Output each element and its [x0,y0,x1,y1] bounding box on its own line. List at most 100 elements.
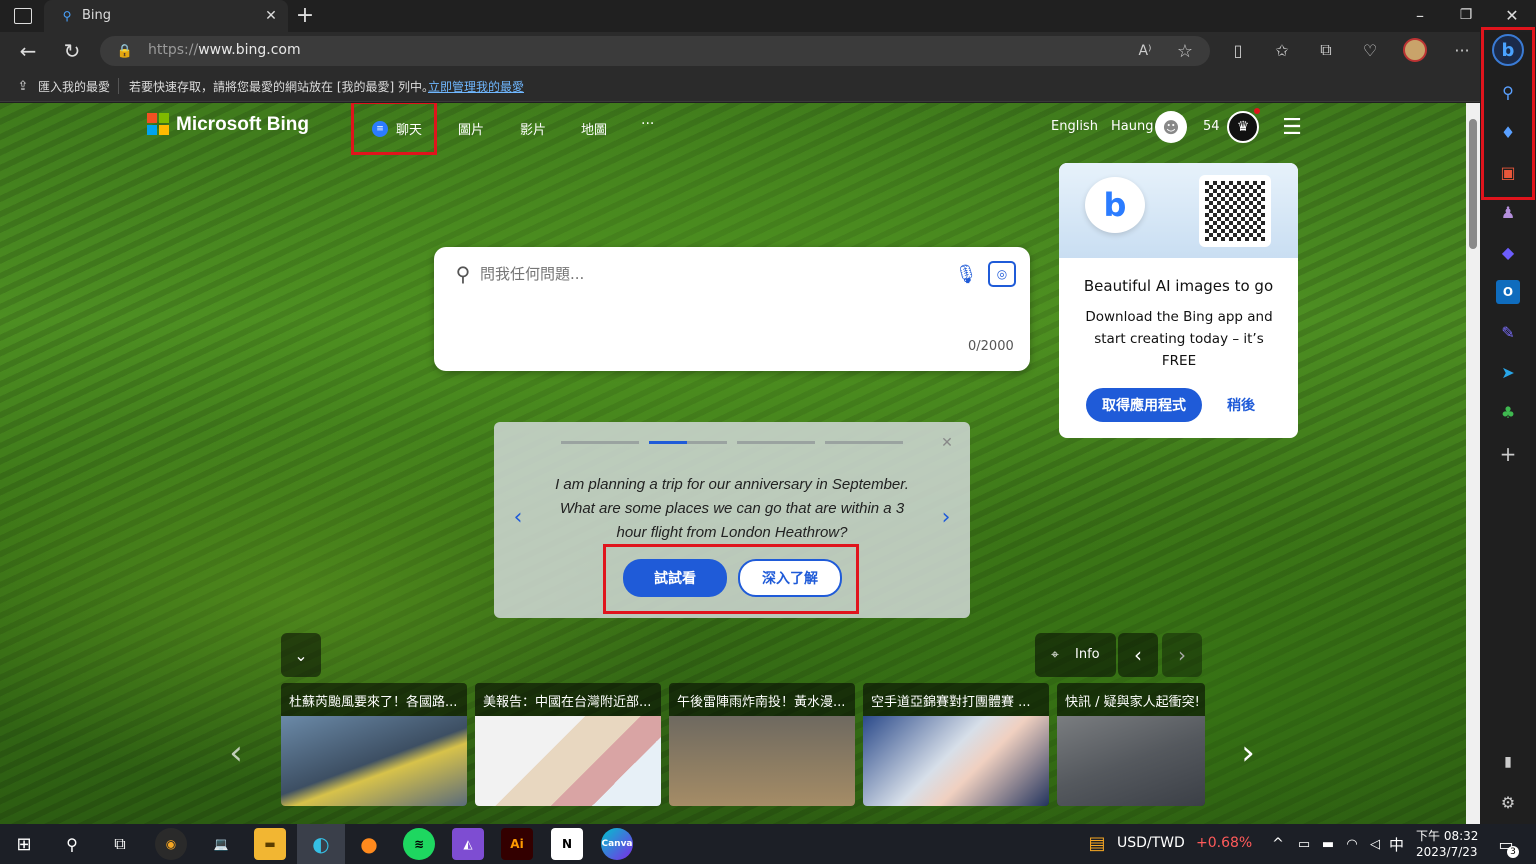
clock-date[interactable]: 2023/7/23 [1416,845,1478,859]
page-scrollbar[interactable] [1466,103,1480,824]
rewards-trophy-icon[interactable]: ♛ [1227,111,1259,143]
prompt-carousel: ✕ ‹ › I am planning a trip for our anniv… [494,422,970,618]
microsoft-logo-icon[interactable] [147,113,169,135]
windows-start-icon[interactable]: ⊞ [10,830,38,858]
rewards-points[interactable]: 54 [1203,119,1220,134]
wifi-icon[interactable]: ◠ [1342,834,1362,854]
games-icon[interactable]: ♟ [1496,200,1520,224]
microsoft-365-icon[interactable]: ◆ [1496,240,1520,264]
davinci-resolve-icon[interactable]: ◉ [155,828,187,860]
address-bar[interactable]: 🔒 https://www.bing.com A⁾ ☆ [100,36,1210,66]
news-card[interactable]: 空手道亞錦賽對打團體賽 ... [863,683,1049,806]
carousel-indicator-3[interactable] [737,441,815,444]
search-icon[interactable]: ⚲ [1496,80,1520,104]
bing-chat-icon[interactable]: b [1492,34,1524,66]
nav-maps[interactable]: 地圖 [581,119,607,138]
currency-change[interactable]: +0.68% [1196,835,1252,851]
bing-logo-text[interactable]: Microsoft Bing [176,114,309,136]
news-card[interactable]: 午後雷陣雨炸南投！黃水漫... [669,683,855,806]
profile-avatar[interactable] [1403,38,1427,62]
more-menu-icon[interactable]: ··· [1450,40,1474,60]
news-prev-icon[interactable]: ‹ [222,733,250,773]
visual-search-icon[interactable]: ◎ [988,261,1016,287]
nav-images[interactable]: 圖片 [458,119,484,138]
qr-code-icon[interactable] [1199,175,1271,247]
search-input[interactable] [480,263,940,285]
device-icon[interactable]: ▭ [1294,834,1314,854]
news-card[interactable]: 美報告：中國在台灣附近部... [475,683,661,806]
get-app-button[interactable]: 取得應用程式 [1086,388,1202,422]
edge-browser-icon[interactable]: ◐ [297,824,345,864]
outlook-icon[interactable]: O [1496,280,1520,304]
carousel-prev-icon[interactable]: ‹ [508,504,528,530]
language-link[interactable]: English [1051,119,1098,134]
split-screen-icon[interactable]: ▯ [1228,40,1248,60]
user-name[interactable]: Haung [1111,119,1153,134]
browser-essentials-icon[interactable]: ♡ [1360,40,1380,60]
hamburger-menu-icon[interactable]: ☰ [1280,115,1304,140]
later-button[interactable]: 稍後 [1211,388,1271,422]
tree-icon[interactable]: ♣ [1496,400,1520,424]
tab-actions-icon[interactable] [14,8,32,24]
battery-icon[interactable]: ▬ [1318,834,1338,854]
tab-bing[interactable]: ⚲ Bing ✕ [44,0,288,32]
notion-icon[interactable]: N [551,828,583,860]
shopping-tag-icon[interactable]: ♦ [1496,120,1520,144]
add-sidebar-app-icon[interactable]: + [1496,442,1520,466]
nav-chat[interactable]: 聊天 [396,119,422,138]
adobe-illustrator-icon[interactable]: Ai [501,828,533,860]
news-card[interactable]: 杜蘇芮颱風要來了！各國路... [281,683,467,806]
news-title: 快訊 / 疑與家人起衝突! [1065,695,1200,710]
read-aloud-icon[interactable]: A⁾ [1135,41,1155,61]
tools-briefcase-icon[interactable]: ▣ [1496,160,1520,184]
new-tab-icon[interactable]: + [294,3,316,28]
file-explorer-icon[interactable]: ▬ [254,828,286,860]
try-it-button[interactable]: 試試看 [623,559,727,597]
collapse-feed-icon[interactable]: ⌄ [281,633,321,677]
manage-favorites-link[interactable]: 立即管理我的最愛 [428,78,524,95]
sidebar-settings-icon[interactable]: ⚙ [1496,790,1520,814]
microphone-icon[interactable]: 🎙 [954,261,978,287]
learn-more-button[interactable]: 深入了解 [738,559,842,597]
restore-icon[interactable]: ❐ [1454,4,1478,26]
close-prompt-icon[interactable]: ✕ [938,434,956,452]
task-view-icon[interactable]: ⧉ [106,830,134,858]
taskbar-search-icon[interactable]: ⚲ [58,830,86,858]
ime-indicator[interactable]: 中 [1389,834,1404,855]
favorites-icon[interactable]: ✩ [1272,40,1292,60]
carousel-indicator-1[interactable] [561,441,639,444]
close-tab-icon[interactable]: ✕ [262,7,280,25]
collections-icon[interactable]: ⧉ [1316,40,1336,60]
close-window-icon[interactable]: ✕ [1500,4,1524,26]
scrollbar-thumb[interactable] [1469,119,1477,249]
volume-icon[interactable]: ◁ [1365,834,1385,854]
carousel-indicator-2[interactable] [649,441,727,444]
canva-icon[interactable]: Canva [601,828,633,860]
refresh-icon[interactable]: ↻ [60,39,84,63]
image-prev-icon[interactable]: ‹ [1118,633,1158,677]
minimize-icon[interactable]: – [1408,4,1432,26]
send-icon[interactable]: ➤ [1496,360,1520,384]
clock-time[interactable]: 下午 08:32 [1416,827,1478,844]
spotify-icon[interactable]: ≋ [403,828,435,860]
show-hidden-icons[interactable]: ^ [1268,834,1288,854]
news-next-icon[interactable]: › [1234,733,1262,773]
currency-pair[interactable]: USD/TWD [1117,835,1185,851]
nav-videos[interactable]: 影片 [520,119,546,138]
drop-icon[interactable]: ✎ [1496,320,1520,344]
carousel-indicator-4[interactable] [825,441,903,444]
carousel-next-icon[interactable]: › [936,504,956,530]
info-button[interactable]: ⌖ Info [1035,633,1116,677]
laptop-app-icon[interactable]: 💻 [205,828,237,860]
currency-widget-icon[interactable]: ▤ [1084,830,1110,856]
user-avatar-icon[interactable]: ☻ [1155,111,1187,143]
image-next-icon[interactable]: › [1162,633,1202,677]
import-favorites-button[interactable]: 匯入我的最愛 [38,78,110,95]
nav-more[interactable]: ··· [641,116,654,132]
favorite-star-icon[interactable]: ☆ [1175,41,1195,62]
news-card[interactable]: 快訊 / 疑與家人起衝突! [1057,683,1205,806]
hide-sidebar-icon[interactable]: ▮ [1496,750,1520,774]
firefox-icon[interactable]: ● [353,828,385,860]
back-icon[interactable]: ← [16,39,40,63]
affinity-photo-icon[interactable]: ◭ [452,828,484,860]
